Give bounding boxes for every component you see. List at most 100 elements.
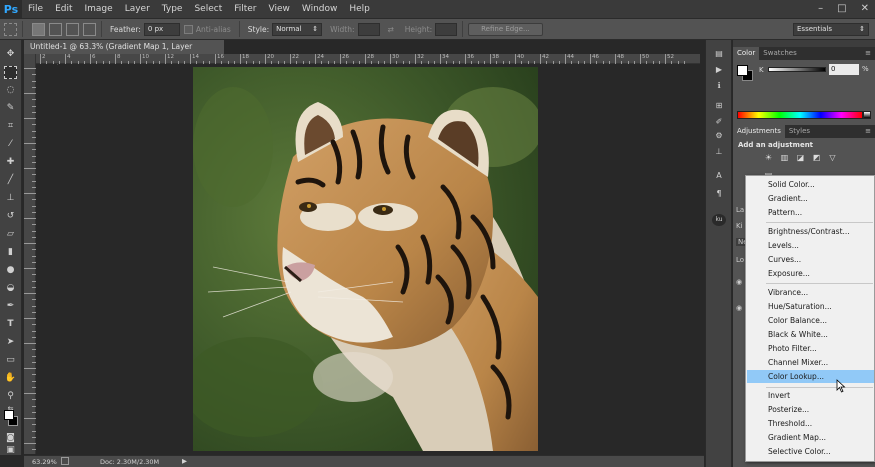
menu-file[interactable]: File bbox=[22, 0, 49, 18]
menu-item-gradient-map[interactable]: Gradient Map... bbox=[747, 431, 874, 444]
tab-styles[interactable]: Styles bbox=[785, 125, 814, 138]
menu-item-gradient[interactable]: Gradient... bbox=[747, 192, 874, 205]
menu-item-exposure[interactable]: Exposure... bbox=[747, 267, 874, 280]
history-brush-tool-icon[interactable]: ↺ bbox=[4, 210, 17, 223]
zoom-tool-icon[interactable]: ⚲ bbox=[4, 390, 17, 403]
k-channel-input[interactable]: 0 bbox=[829, 64, 859, 75]
menu-item-pattern[interactable]: Pattern... bbox=[747, 206, 874, 219]
tab-adjustments[interactable]: Adjustments bbox=[733, 125, 785, 138]
intersect-selection-icon[interactable] bbox=[83, 22, 96, 36]
menu-item-channel-mixer[interactable]: Channel Mixer... bbox=[747, 356, 874, 369]
character-panel-icon[interactable]: A bbox=[712, 170, 726, 182]
screen-mode-icon[interactable]: ▣ bbox=[4, 444, 17, 457]
workspace-select[interactable]: Essentials ⇕ bbox=[793, 23, 869, 36]
menu-item-selective-color[interactable]: Selective Color... bbox=[747, 445, 874, 458]
paragraph-panel-icon[interactable]: ¶ bbox=[712, 188, 726, 200]
lock-stub[interactable]: Lo bbox=[736, 256, 744, 264]
pen-tool-icon[interactable]: ✒ bbox=[4, 300, 17, 313]
clone-stamp-tool-icon[interactable]: ⊥ bbox=[4, 192, 17, 205]
visibility-eye-icon[interactable]: ◉ bbox=[736, 278, 742, 286]
brightness-icon[interactable]: ☀ bbox=[763, 152, 774, 163]
eraser-tool-icon[interactable]: ▱ bbox=[4, 228, 17, 241]
menu-type[interactable]: Type bbox=[156, 0, 189, 18]
menu-filter[interactable]: Filter bbox=[228, 0, 262, 18]
marquee-tool-icon[interactable] bbox=[4, 66, 17, 79]
dodge-tool-icon[interactable]: ◒ bbox=[4, 282, 17, 295]
subtract-from-selection-icon[interactable] bbox=[66, 22, 79, 36]
menu-select[interactable]: Select bbox=[188, 0, 228, 18]
refine-edge-button[interactable]: Refine Edge... bbox=[468, 22, 543, 36]
menu-image[interactable]: Image bbox=[79, 0, 119, 18]
foreground-color-swatch[interactable] bbox=[737, 65, 748, 76]
panel-menu-icon[interactable]: ≡ bbox=[865, 127, 871, 135]
width-input[interactable] bbox=[357, 22, 380, 36]
shape-tool-icon[interactable]: ▭ bbox=[4, 354, 17, 367]
levels-icon[interactable]: ▥ bbox=[779, 152, 790, 163]
menu-layer[interactable]: Layer bbox=[119, 0, 156, 18]
hand-tool-icon[interactable]: ✋ bbox=[4, 372, 17, 385]
menu-item-color-lookup[interactable]: Color Lookup... bbox=[747, 370, 874, 383]
horizontal-ruler[interactable]: 2 4 6 8 10 12 14 16 18 20 22 24 26 28 30 32 34 36 38 40 42 44… bbox=[36, 54, 700, 64]
menu-item-curves[interactable]: Curves... bbox=[747, 253, 874, 266]
black-white-ramp[interactable] bbox=[863, 111, 871, 119]
feather-input[interactable]: 0 px bbox=[143, 22, 180, 36]
gradient-map-icon[interactable]: ▽ bbox=[827, 152, 838, 163]
menu-item-posterize[interactable]: Posterize... bbox=[747, 403, 874, 416]
zoom-level[interactable]: 63.29% bbox=[32, 458, 57, 466]
height-input[interactable] bbox=[435, 22, 458, 36]
menu-window[interactable]: Window bbox=[296, 0, 344, 18]
menu-help[interactable]: Help bbox=[343, 0, 376, 18]
history-panel-icon[interactable]: ▤ bbox=[712, 48, 726, 60]
kind-filter-stub[interactable]: Ki bbox=[736, 222, 743, 230]
curves-icon[interactable]: ◪ bbox=[795, 152, 806, 163]
healing-brush-tool-icon[interactable]: ✚ bbox=[4, 156, 17, 169]
anti-alias-checkbox[interactable] bbox=[183, 24, 193, 34]
marquee-tool-preset-icon[interactable] bbox=[4, 22, 17, 36]
menu-view[interactable]: View bbox=[263, 0, 296, 18]
style-select[interactable]: Normal ⇕ bbox=[272, 22, 323, 36]
exposure-icon[interactable]: ◩ bbox=[811, 152, 822, 163]
info-panel-icon[interactable]: ℹ bbox=[712, 80, 726, 92]
menu-item-black-white[interactable]: Black & White... bbox=[747, 328, 874, 341]
menu-edit[interactable]: Edit bbox=[49, 0, 78, 18]
document-tab[interactable]: Untitled-1 @ 63.3% (Gradient Map 1, Laye… bbox=[24, 40, 224, 65]
brush-tool-icon[interactable]: ╱ bbox=[4, 174, 17, 187]
clone-source-icon[interactable]: ⊥ bbox=[712, 146, 726, 158]
status-info-icon[interactable] bbox=[61, 457, 69, 465]
panel-menu-icon[interactable]: ≡ bbox=[865, 49, 871, 57]
menu-item-invert[interactable]: Invert bbox=[747, 389, 874, 402]
layers-tab-stub[interactable]: La bbox=[736, 206, 744, 214]
type-tool-icon[interactable]: T bbox=[4, 318, 17, 331]
lasso-tool-icon[interactable]: ◌ bbox=[4, 84, 17, 97]
tab-swatches[interactable]: Swatches bbox=[759, 47, 800, 60]
quick-selection-tool-icon[interactable]: ✎ bbox=[4, 102, 17, 115]
vertical-ruler[interactable] bbox=[24, 54, 36, 463]
actions-panel-icon[interactable]: ▶ bbox=[712, 64, 726, 76]
menu-item-brightness-contrast[interactable]: Brightness/Contrast... bbox=[747, 225, 874, 238]
add-to-selection-icon[interactable] bbox=[49, 22, 62, 36]
foreground-color-swatch[interactable] bbox=[4, 410, 14, 420]
minimize-button[interactable]: – bbox=[818, 0, 823, 18]
brush-panel-icon[interactable]: ✐ bbox=[712, 116, 726, 128]
swap-icon[interactable]: ⇄ bbox=[388, 25, 394, 34]
color-spectrum-bar[interactable] bbox=[737, 111, 863, 119]
gradient-tool-icon[interactable]: ▮ bbox=[4, 246, 17, 259]
menu-item-vibrance[interactable]: Vibrance... bbox=[747, 286, 874, 299]
menu-item-hue-saturation[interactable]: Hue/Saturation... bbox=[747, 300, 874, 313]
menu-item-threshold[interactable]: Threshold... bbox=[747, 417, 874, 430]
menu-item-solid-color[interactable]: Solid Color... bbox=[747, 178, 874, 191]
tiger-photo[interactable] bbox=[193, 67, 538, 451]
close-button[interactable]: ✕ bbox=[861, 0, 869, 18]
crop-tool-icon[interactable]: ⌗ bbox=[4, 120, 17, 133]
k-channel-slider[interactable] bbox=[768, 67, 826, 72]
visibility-eye-icon[interactable]: ◉ bbox=[736, 304, 742, 312]
path-selection-tool-icon[interactable]: ➤ bbox=[4, 336, 17, 349]
new-selection-icon[interactable] bbox=[32, 22, 45, 36]
status-menu-arrow-icon[interactable]: ▶ bbox=[182, 457, 187, 465]
move-tool-icon[interactable]: ✥ bbox=[4, 48, 17, 61]
maximize-button[interactable]: □ bbox=[837, 0, 846, 18]
kuler-panel-icon[interactable]: ku bbox=[712, 214, 726, 226]
properties-panel-icon[interactable]: ⊞ bbox=[712, 100, 726, 112]
menu-item-color-balance[interactable]: Color Balance... bbox=[747, 314, 874, 327]
eyedropper-tool-icon[interactable]: ⁄ bbox=[4, 138, 17, 151]
